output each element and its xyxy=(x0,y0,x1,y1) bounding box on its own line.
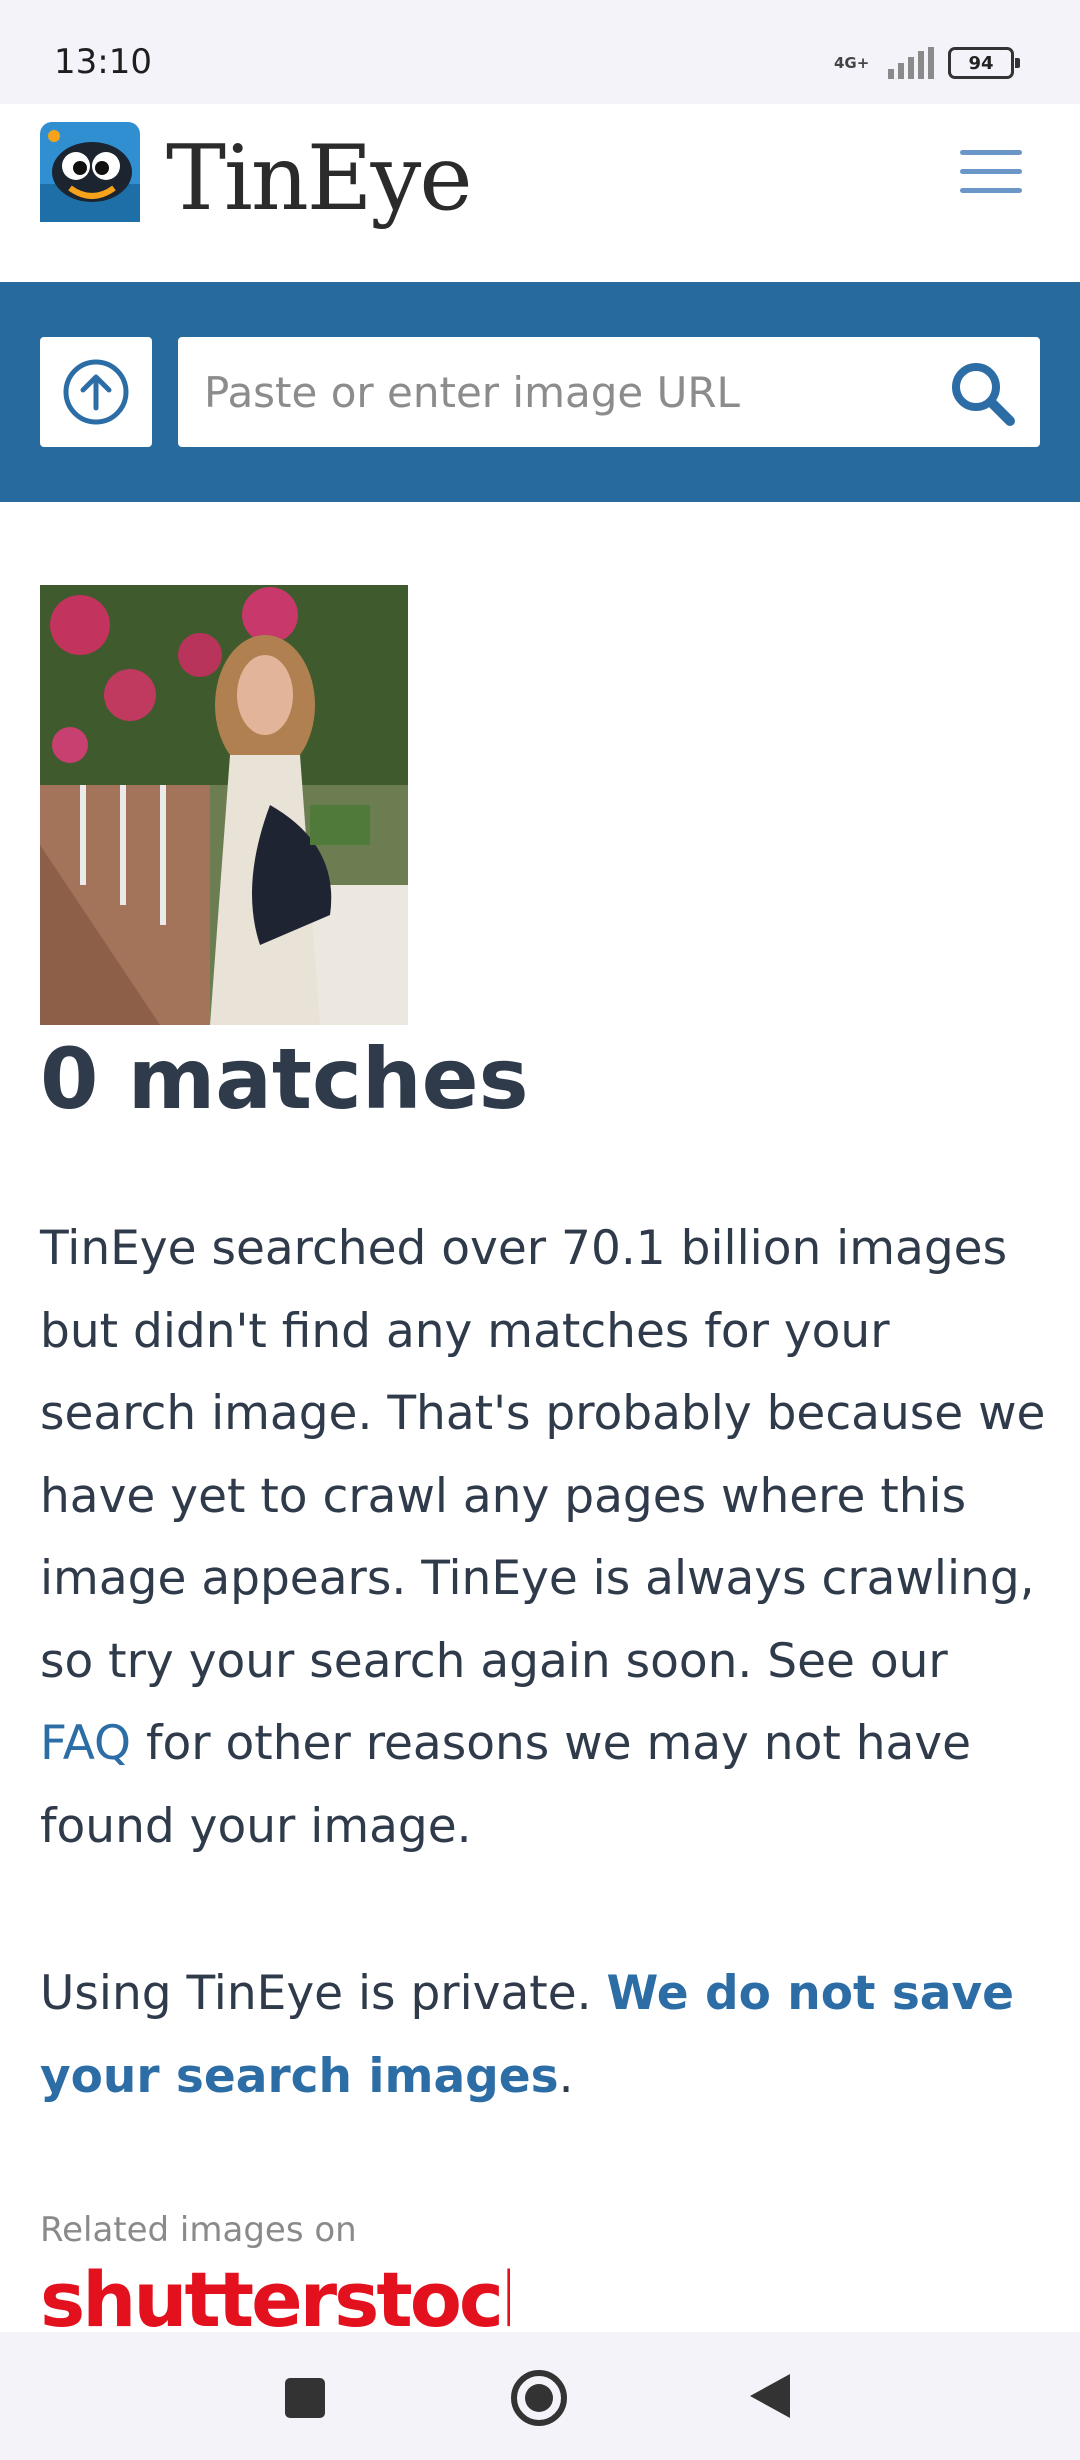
battery-level: 94 xyxy=(968,52,994,74)
status-time: 13:10 xyxy=(54,42,152,82)
site-header: TinEye xyxy=(0,104,1080,282)
search-image-thumbnail[interactable] xyxy=(40,585,408,1025)
url-input[interactable] xyxy=(204,337,924,447)
upload-arrow-icon xyxy=(63,359,129,425)
related-images-label: Related images on xyxy=(40,2210,357,2250)
status-indicators: 4G+ 94 xyxy=(834,46,1020,80)
privacy-notice: Using TinEye is private. We do not save … xyxy=(40,1953,1050,2118)
url-field-container xyxy=(178,337,1040,447)
shutterstock-logo-text: shutterstock xyxy=(40,2258,510,2338)
no-match-explanation: TinEye searched over 70.1 billion images… xyxy=(40,1208,1050,1868)
search-icon[interactable] xyxy=(946,357,1018,429)
status-bar: 13:10 4G+ 94 xyxy=(0,0,1080,104)
signal-icon xyxy=(888,47,934,79)
matches-heading: 0 matches xyxy=(40,1030,529,1128)
back-icon[interactable] xyxy=(750,2374,790,2418)
battery-icon: 94 xyxy=(948,47,1020,79)
network-type-label: 4G+ xyxy=(834,54,870,72)
explanation-text-2: for other reasons we may not have found … xyxy=(40,1716,972,1854)
shutterstock-logo[interactable]: shutterstock xyxy=(40,2258,510,2338)
privacy-text: Using TinEye is private. xyxy=(40,1966,607,2021)
explanation-text-1: TinEye searched over 70.1 billion images… xyxy=(40,1221,1046,1689)
search-bar xyxy=(0,282,1080,502)
recent-apps-icon[interactable] xyxy=(285,2378,325,2418)
hamburger-menu-icon[interactable] xyxy=(960,150,1022,194)
privacy-end: . xyxy=(558,2048,574,2104)
faq-link[interactable]: FAQ xyxy=(40,1716,131,1771)
tineye-robot-icon[interactable] xyxy=(40,122,140,222)
system-nav-bar xyxy=(0,2332,1080,2460)
home-icon[interactable] xyxy=(511,2370,567,2426)
upload-button[interactable] xyxy=(40,337,152,447)
brand-logo-text[interactable]: TinEye xyxy=(166,126,473,231)
